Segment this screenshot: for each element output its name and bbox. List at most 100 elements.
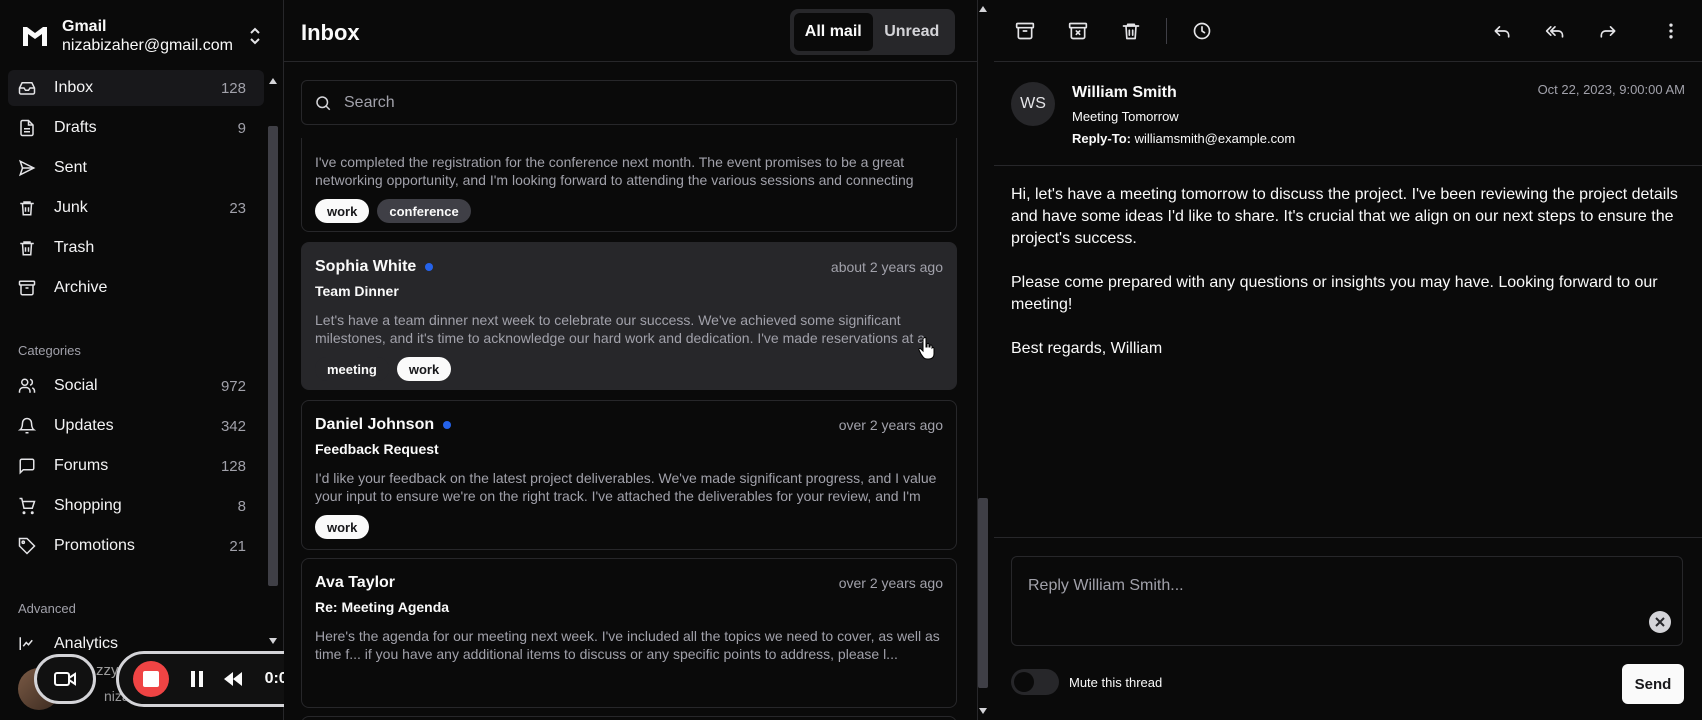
email-card[interactable]: I've completed the registration for the …: [301, 138, 957, 232]
sidebar-item-trash[interactable]: Trash: [8, 230, 264, 266]
account-email: nizabizaher@gmail.com: [62, 36, 233, 54]
email-time: about 2 years ago: [830, 259, 943, 275]
sidebar-item-drafts[interactable]: Drafts 9: [8, 110, 264, 146]
reply-all-button[interactable]: [1542, 18, 1568, 44]
sender-name: William Smith: [1072, 84, 1177, 101]
mail-app: Gmail nizabizaher@gmail.com Inbox 128 Dr…: [0, 0, 1702, 720]
more-vertical-icon: [1669, 23, 1673, 39]
email-tags: work conference: [315, 199, 943, 223]
inbox-icon: [18, 82, 36, 95]
email-preview: Let's have a team dinner next week to ce…: [315, 312, 926, 346]
scrollbar-thumb[interactable]: [978, 498, 988, 688]
camera-toggle-button[interactable]: [34, 654, 96, 704]
email-card-selected[interactable]: Sophia White about 2 years ago Team Dinn…: [301, 242, 957, 390]
sidebar-item-forums[interactable]: Forums 128: [8, 448, 264, 484]
tag-badge[interactable]: meeting: [315, 357, 389, 381]
reply-to: Reply-To: williamsmith@example.com: [1072, 131, 1296, 146]
sidebar-item-shopping[interactable]: Shopping 8: [8, 488, 264, 524]
chevron-up-down-icon: [250, 27, 260, 44]
account-switcher[interactable]: Gmail nizabizaher@gmail.com: [8, 8, 274, 63]
message-panel: WS William Smith Meeting Tomorrow Reply-…: [994, 0, 1702, 720]
sidebar-item-promotions[interactable]: Promotions 21: [8, 528, 264, 564]
close-icon: [1655, 617, 1665, 627]
forward-button[interactable]: [1595, 18, 1621, 44]
email-tags: work: [315, 515, 943, 539]
sidebar-item-archive[interactable]: Archive: [8, 270, 264, 306]
search-input[interactable]: [344, 93, 944, 112]
move-to-junk-button[interactable]: [1065, 18, 1091, 44]
toggle-knob: [1014, 672, 1034, 692]
scroll-down-arrow-icon[interactable]: [269, 638, 277, 644]
tab-all-mail[interactable]: All mail: [794, 13, 873, 51]
cart-icon: [19, 497, 36, 515]
trash-icon: [1122, 23, 1140, 40]
sidebar-scrollbar[interactable]: [266, 74, 280, 650]
email-tags: meeting work: [315, 357, 943, 381]
pause-button[interactable]: [183, 665, 211, 693]
email-preview: Here's the agenda for our meeting next w…: [315, 628, 940, 662]
reply-button[interactable]: [1489, 18, 1515, 44]
stop-recording-button[interactable]: [133, 661, 169, 697]
rewind-button[interactable]: [219, 665, 247, 693]
delete-button[interactable]: [1118, 18, 1144, 44]
account-name: Gmail: [62, 17, 107, 35]
categories-heading: Categories: [18, 343, 81, 358]
sidebar-item-sent[interactable]: Sent: [8, 150, 264, 186]
reply-icon: [1494, 26, 1510, 38]
body-paragraph: Best regards, William: [1011, 340, 1163, 357]
tag-badge[interactable]: work: [315, 515, 370, 539]
scrollbar-thumb[interactable]: [268, 126, 278, 586]
inbox-scrollbar[interactable]: [976, 0, 990, 720]
reply-all-icon: [1545, 26, 1564, 38]
sidebar-item-inbox[interactable]: Inbox 128: [8, 70, 264, 106]
sidebar: Gmail nizabizaher@gmail.com Inbox 128 Dr…: [0, 0, 284, 720]
email-subject: Team Dinner: [315, 283, 399, 299]
tag-badge[interactable]: work: [315, 199, 370, 223]
email-subject: Re: Meeting Agenda: [315, 599, 450, 615]
email-card[interactable]: Ava Taylor over 2 years ago Re: Meeting …: [301, 558, 957, 708]
tag-icon: [18, 537, 36, 555]
archive-button[interactable]: [1012, 18, 1038, 44]
forward-icon: [1600, 26, 1616, 38]
email-card[interactable]: Daniel Johnson over 2 years ago Feedback…: [301, 400, 957, 550]
email-time: over 2 years ago: [838, 417, 943, 433]
rewind-icon: [223, 672, 242, 686]
users-icon: [18, 378, 36, 393]
sidebar-item-analytics[interactable]: Analytics: [8, 626, 264, 650]
trash-icon: [20, 201, 34, 216]
snooze-button[interactable]: [1189, 18, 1215, 44]
message-header: WS William Smith Meeting Tomorrow Reply-…: [994, 62, 1702, 166]
avatar: WS: [1011, 82, 1055, 126]
scroll-up-arrow-icon[interactable]: [269, 78, 277, 84]
scroll-down-arrow-icon[interactable]: [979, 708, 987, 714]
archive-icon: [18, 280, 36, 296]
email-preview: I've completed the registration for the …: [315, 154, 914, 188]
mute-thread-toggle[interactable]: [1011, 669, 1059, 695]
tag-badge[interactable]: work: [396, 357, 452, 381]
unread-dot: [443, 421, 452, 429]
email-card[interactable]: [301, 716, 957, 720]
message-subject: Meeting Tomorrow: [1072, 109, 1179, 124]
search-bar[interactable]: [301, 80, 957, 125]
pause-icon: [190, 671, 203, 687]
reply-textarea[interactable]: [1011, 556, 1683, 646]
advanced-heading: Advanced: [18, 601, 76, 616]
tab-unread[interactable]: Unread: [873, 13, 952, 51]
page-title: Inbox: [301, 20, 360, 45]
search-icon: [316, 95, 331, 110]
reply-composer: Mute this thread Send: [994, 537, 1702, 720]
clear-button[interactable]: [1649, 611, 1671, 633]
bell-icon: [18, 417, 36, 434]
sidebar-item-junk[interactable]: Junk 23: [8, 190, 264, 226]
scroll-up-arrow-icon[interactable]: [979, 6, 987, 12]
trash-icon: [20, 241, 34, 256]
mail-filter-tabs: All mail Unread: [790, 9, 955, 55]
email-subject: Feedback Request: [315, 441, 439, 457]
tag-badge[interactable]: conference: [377, 199, 471, 223]
sidebar-item-social[interactable]: Social 972: [8, 368, 264, 404]
sidebar-item-updates[interactable]: Updates 342: [8, 408, 264, 444]
send-button[interactable]: Send: [1622, 664, 1684, 704]
hand-pointer-cursor-icon: [918, 336, 935, 360]
mute-thread-label: Mute this thread: [1069, 675, 1163, 690]
more-options-button[interactable]: [1658, 18, 1684, 44]
